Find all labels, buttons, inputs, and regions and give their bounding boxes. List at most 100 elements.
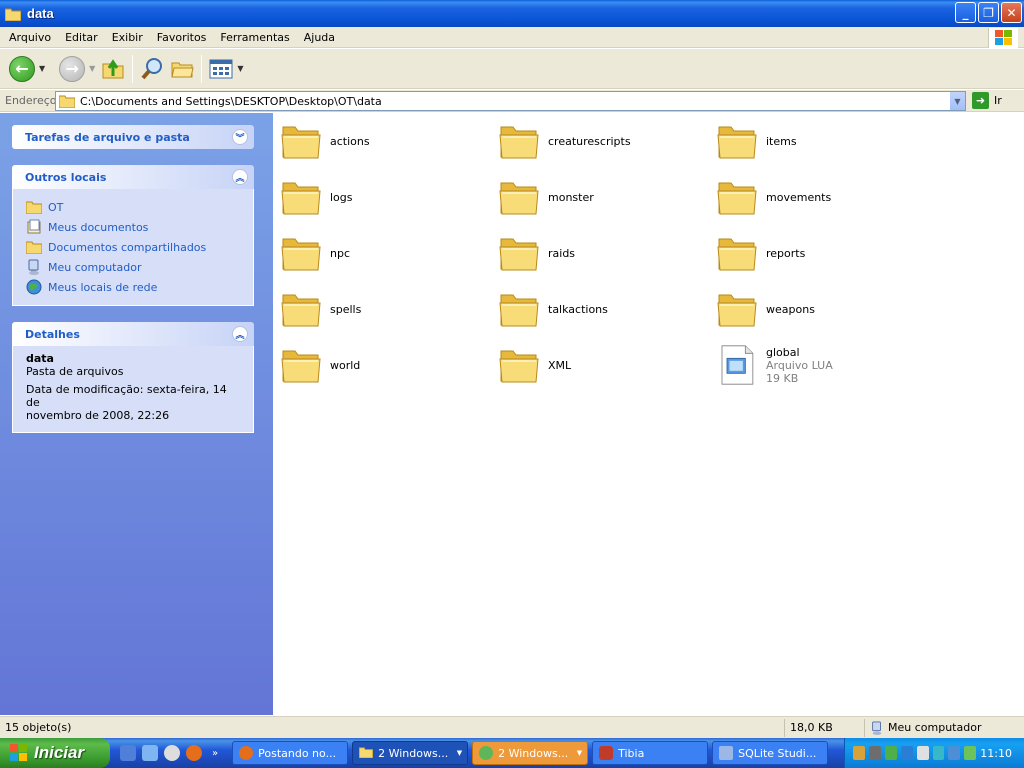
firefox-icon [239, 746, 254, 760]
folder-item[interactable]: raids [499, 228, 709, 278]
users-icon[interactable] [120, 745, 136, 761]
place-ot[interactable]: OT [26, 197, 240, 217]
collapse-icon[interactable]: ︽ [232, 169, 248, 185]
sqlite-icon [719, 746, 734, 760]
places-header[interactable]: Outros locais ︽ [12, 165, 254, 189]
internet-explorer-icon[interactable] [142, 745, 158, 761]
restore-button[interactable]: ❐ [978, 2, 999, 23]
folder-name: monster [548, 190, 594, 204]
back-dropdown-icon[interactable]: ▼ [39, 64, 45, 73]
folder-item[interactable]: npc [281, 228, 491, 278]
forward-button[interactable]: → ▼ [56, 51, 98, 87]
forward-dropdown-icon[interactable]: ▼ [89, 64, 95, 73]
taskbar: Iniciar » Postando no... 2 Windows... ▼ … [0, 738, 1024, 768]
toolbar: ← ▼ → ▼ ▼ [0, 49, 1024, 89]
folders-button[interactable] [167, 51, 197, 87]
back-arrow-icon: ← [9, 55, 35, 82]
place-label: Meus locais de rede [48, 280, 158, 294]
collapse-icon[interactable]: ︽ [232, 326, 248, 342]
up-folder-icon [102, 58, 124, 78]
folder-item[interactable]: world [281, 340, 491, 390]
file-view: actions creaturescripts items logs monster mo… [273, 113, 1024, 715]
folder-icon [59, 95, 75, 108]
folder-item[interactable]: XML [499, 340, 709, 390]
tibia-icon [599, 746, 614, 760]
folder-item[interactable]: actions [281, 116, 491, 166]
close-button[interactable]: ✕ [1001, 2, 1022, 23]
tray-icon[interactable] [900, 746, 913, 760]
back-button[interactable]: ← ▼ [6, 51, 48, 87]
my-computer-icon [872, 720, 882, 735]
folder-icon [5, 8, 21, 21]
task-button[interactable]: 2 Windows... ▼ [472, 741, 589, 765]
address-input[interactable]: C:\Documents and Settings\DESKTOP\Deskto… [55, 91, 966, 111]
file-name: global [766, 345, 800, 359]
task-button[interactable]: Tibia [592, 741, 709, 765]
menu-editar[interactable]: Editar [58, 31, 105, 44]
tray-icon[interactable] [884, 746, 897, 760]
places-title: Outros locais [25, 170, 107, 184]
firefox-icon[interactable] [186, 745, 202, 761]
menu-exibir[interactable]: Exibir [105, 31, 150, 44]
folder-item[interactable]: talkactions [499, 284, 709, 334]
place-shared-documents[interactable]: Documentos compartilhados [26, 237, 240, 257]
folder-item[interactable]: creaturescripts [499, 116, 709, 166]
chevron-right-icon[interactable]: » [212, 748, 218, 759]
place-network[interactable]: Meus locais de rede [26, 277, 240, 297]
task-button[interactable]: SQLite Studi... [712, 741, 829, 765]
folder-icon [499, 350, 539, 383]
menu-ferramentas[interactable]: Ferramentas [213, 31, 296, 44]
status-count: 15 objeto(s) [0, 718, 785, 737]
menu-ajuda[interactable]: Ajuda [297, 31, 342, 44]
go-button[interactable]: ➜ Ir [972, 92, 1002, 109]
views-dropdown-icon[interactable]: ▼ [237, 64, 243, 73]
details-title: Detalhes [25, 327, 80, 341]
tray-icon[interactable] [964, 746, 977, 760]
folder-item[interactable]: reports [717, 228, 927, 278]
folder-item[interactable]: logs [281, 172, 491, 222]
menu-arquivo[interactable]: Arquivo [0, 31, 58, 44]
up-folder-button[interactable] [98, 51, 128, 87]
folder-item[interactable]: movements [717, 172, 927, 222]
minimize-button[interactable]: _ [955, 2, 976, 23]
search-button[interactable] [137, 51, 167, 87]
system-tray: 11:10 [844, 738, 1024, 768]
folder-name: talkactions [548, 302, 608, 316]
task-label: 2 Windows... [498, 746, 569, 760]
folder-icon [717, 126, 757, 159]
task-dropdown-icon: ▼ [576, 749, 583, 757]
task-button[interactable]: 2 Windows... ▼ [352, 741, 469, 765]
menu-favoritos[interactable]: Favoritos [150, 31, 214, 44]
folder-item[interactable]: weapons [717, 284, 927, 334]
folder-item[interactable]: monster [499, 172, 709, 222]
details-body: data Pasta de arquivos Data de modificaç… [12, 346, 254, 433]
place-label: Meu computador [48, 260, 142, 274]
details-header[interactable]: Detalhes ︽ [12, 322, 254, 346]
folder-item[interactable]: spells [281, 284, 491, 334]
tray-icon[interactable] [853, 746, 865, 760]
expand-icon[interactable]: ︾ [232, 129, 248, 145]
place-my-computer[interactable]: Meu computador [26, 257, 240, 277]
title-bar[interactable]: data _ ❐ ✕ [0, 0, 1024, 27]
task-label: Tibia [618, 746, 645, 760]
folder-item[interactable]: items [717, 116, 927, 166]
tray-icon[interactable] [932, 746, 945, 760]
tray-icon[interactable] [948, 746, 961, 760]
toolbar-separator [201, 54, 203, 83]
tray-icon[interactable] [868, 746, 881, 760]
windows-flag-icon [10, 744, 27, 761]
tasks-header[interactable]: Tarefas de arquivo e pasta ︾ [12, 125, 254, 149]
file-item[interactable]: global Arquivo LUA 19 KB [717, 340, 927, 390]
tasks-box: Tarefas de arquivo e pasta ︾ [12, 125, 254, 149]
views-button[interactable]: ▼ [206, 51, 246, 87]
tray-icon[interactable] [916, 746, 929, 760]
task-button[interactable]: Postando no... [232, 741, 349, 765]
folder-name: XML [548, 358, 572, 372]
media-player-icon[interactable] [164, 745, 180, 761]
clock: 11:10 [980, 746, 1012, 760]
start-button[interactable]: Iniciar [0, 738, 110, 768]
folder-name: world [330, 358, 361, 372]
place-my-documents[interactable]: Meus documentos [26, 217, 240, 237]
address-dropdown-icon[interactable]: ▼ [949, 92, 965, 110]
network-places-icon [26, 279, 42, 295]
